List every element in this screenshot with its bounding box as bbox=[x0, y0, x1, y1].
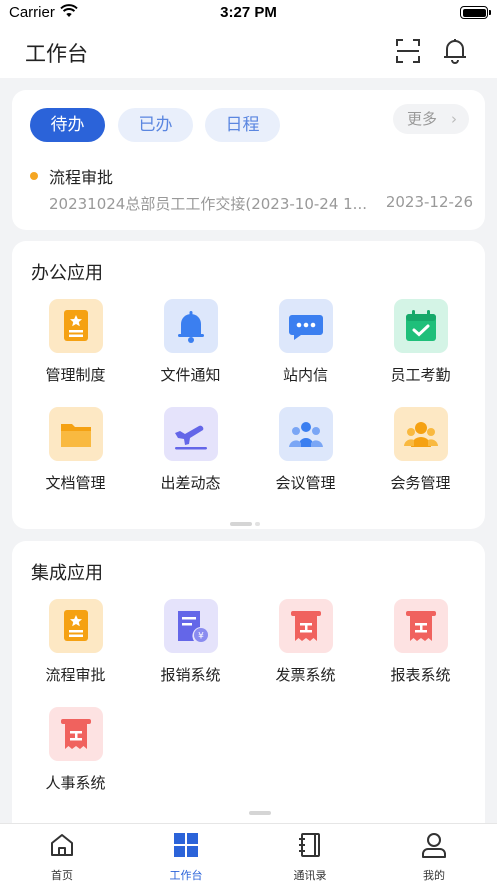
people-icon bbox=[393, 407, 448, 461]
invoice-icon bbox=[48, 707, 103, 761]
tab-label: 工作台 bbox=[169, 869, 203, 882]
bell-icon bbox=[163, 299, 218, 353]
clock: 3:27 PM bbox=[220, 4, 277, 21]
folder-icon bbox=[48, 407, 103, 461]
notification-bell-icon[interactable] bbox=[441, 36, 469, 64]
airplane-icon bbox=[163, 407, 218, 461]
tab-home[interactable]: 首页 bbox=[0, 832, 124, 883]
chat-icon bbox=[278, 299, 333, 353]
app-label: 文档管理 bbox=[45, 474, 106, 492]
app-file-notice[interactable]: 文件通知 bbox=[133, 299, 248, 385]
app-label: 管理制度 bbox=[45, 366, 106, 384]
grid-icon bbox=[174, 833, 198, 857]
tab-contacts[interactable]: 通讯录 bbox=[248, 832, 372, 883]
integrated-apps-card: 集成应用 流程审批 ¥ 报销系统 发票系统 报表系统 人事系统 bbox=[12, 541, 485, 841]
app-meeting-management[interactable]: 会议管理 bbox=[248, 407, 363, 493]
tab-schedule[interactable]: 日程 bbox=[205, 108, 280, 142]
unread-dot bbox=[30, 172, 38, 180]
app-label: 流程审批 bbox=[45, 666, 106, 684]
tab-todo[interactable]: 待办 bbox=[30, 108, 105, 142]
section-title: 集成应用 bbox=[31, 563, 103, 584]
badge-doc-icon bbox=[48, 599, 103, 653]
todo-card: 待办 已办 日程 更多 › 流程审批 20231024总部员工工作交接(2023… bbox=[12, 90, 485, 230]
app-conference-affairs[interactable]: 会务管理 bbox=[363, 407, 478, 493]
app-label: 文件通知 bbox=[160, 366, 221, 384]
tab-bar: 首页 工作台 通讯录 我的 bbox=[0, 823, 497, 883]
app-label: 出差动态 bbox=[160, 474, 221, 492]
tab-me[interactable]: 我的 bbox=[372, 832, 496, 883]
more-label: 更多 bbox=[407, 110, 438, 128]
tab-done[interactable]: 已办 bbox=[118, 108, 193, 142]
app-report[interactable]: 报表系统 bbox=[363, 599, 478, 685]
invoice-icon bbox=[278, 599, 333, 653]
tab-label: 我的 bbox=[423, 869, 445, 882]
app-label: 发票系统 bbox=[275, 666, 336, 684]
app-reimbursement[interactable]: ¥ 报销系统 bbox=[133, 599, 248, 685]
calendar-check-icon bbox=[393, 299, 448, 353]
page-indicator bbox=[249, 811, 271, 815]
app-label: 报销系统 bbox=[160, 666, 221, 684]
app-label: 员工考勤 bbox=[390, 366, 451, 384]
app-label: 报表系统 bbox=[390, 666, 451, 684]
page-indicator bbox=[230, 511, 260, 530]
app-hr[interactable]: 人事系统 bbox=[18, 707, 133, 793]
nav-bar: 工作台 bbox=[0, 26, 497, 78]
home-icon bbox=[51, 834, 73, 856]
section-title: 办公应用 bbox=[31, 263, 103, 284]
app-label: 站内信 bbox=[282, 366, 328, 384]
page-title: 工作台 bbox=[25, 42, 88, 66]
contacts-icon bbox=[299, 833, 320, 857]
app-label: 会务管理 bbox=[390, 474, 451, 492]
app-process-approval[interactable]: 流程审批 bbox=[18, 599, 133, 685]
todo-item-date: 2023-12-26 bbox=[385, 193, 473, 211]
receipt-yen-icon: ¥ bbox=[163, 599, 218, 653]
app-management-rules[interactable]: 管理制度 bbox=[18, 299, 133, 385]
todo-item-description[interactable]: 20231024总部员工工作交接(2023-10-24 1... bbox=[49, 193, 371, 214]
app-document-management[interactable]: 文档管理 bbox=[18, 407, 133, 493]
app-business-trip[interactable]: 出差动态 bbox=[133, 407, 248, 493]
invoice-icon bbox=[393, 599, 448, 653]
status-bar: Carrier 3:27 PM bbox=[0, 0, 497, 26]
todo-item-title[interactable]: 流程审批 bbox=[49, 164, 113, 188]
tab-label: 首页 bbox=[51, 869, 73, 882]
app-label: 会议管理 bbox=[275, 474, 336, 492]
office-apps-card: 办公应用 管理制度 文件通知 站内信 员工考勤 文档管理 出差动态 会议管理 会… bbox=[12, 241, 485, 529]
app-invoice[interactable]: 发票系统 bbox=[248, 599, 363, 685]
more-button[interactable]: 更多 › bbox=[393, 104, 469, 134]
tab-workbench[interactable]: 工作台 bbox=[124, 832, 248, 883]
scan-icon[interactable] bbox=[395, 38, 421, 64]
tab-label: 通讯录 bbox=[293, 869, 327, 882]
badge-doc-icon bbox=[48, 299, 103, 353]
app-label: 人事系统 bbox=[45, 774, 106, 792]
user-icon bbox=[422, 833, 446, 858]
app-attendance[interactable]: 员工考勤 bbox=[363, 299, 478, 385]
chevron-right-icon: › bbox=[451, 110, 457, 128]
battery-icon bbox=[460, 6, 491, 19]
group-icon bbox=[278, 407, 333, 461]
app-internal-mail[interactable]: 站内信 bbox=[248, 299, 363, 385]
svg-text:¥: ¥ bbox=[198, 632, 204, 642]
